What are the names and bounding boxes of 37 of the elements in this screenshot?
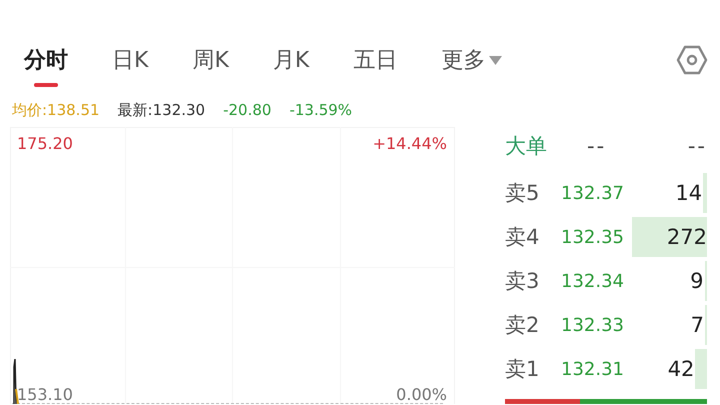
order-price: 132.37 xyxy=(561,182,625,204)
order-volume: 14 xyxy=(675,182,702,204)
order-price: 132.31 xyxy=(561,358,625,380)
tab[interactable]: 分时 xyxy=(24,41,68,87)
average-price: 均价:138.51 xyxy=(12,100,100,120)
order-label: 卖1 xyxy=(505,356,540,383)
order-label: 卖3 xyxy=(505,268,540,295)
tab[interactable]: 日K xyxy=(112,41,148,87)
volume-bar xyxy=(695,349,707,389)
axis-label: +14.44% xyxy=(372,134,447,153)
price-line-drawing xyxy=(12,359,20,404)
order-label: 卖2 xyxy=(505,312,540,339)
order-price: 132.34 xyxy=(561,270,625,292)
placeholder-value: -- xyxy=(586,134,608,158)
tab[interactable]: 五日 xyxy=(353,41,398,87)
price-change: -20.80 xyxy=(223,101,272,119)
order-volume: 7 xyxy=(690,314,704,336)
section-title: 大单 xyxy=(505,133,548,160)
settings-icon[interactable] xyxy=(676,44,708,76)
latest-price: 最新:132.30 xyxy=(118,100,206,120)
order-volume: 9 xyxy=(690,270,704,292)
order-label: 卖5 xyxy=(505,180,540,207)
axis-label: 0.00% xyxy=(396,385,447,404)
order-volume: 42 xyxy=(668,358,694,380)
placeholder-value: -- xyxy=(686,134,707,158)
order-price: 132.35 xyxy=(561,226,625,248)
percent-change: -13.59% xyxy=(289,101,352,119)
axis-label: 153.10 xyxy=(17,385,73,404)
order-price: 132.33 xyxy=(561,314,625,336)
tab[interactable]: 周K xyxy=(192,41,229,87)
volume-bar xyxy=(703,173,707,213)
volume-bar xyxy=(704,261,707,301)
tab[interactable]: 更多 xyxy=(441,41,502,87)
tab[interactable]: 月K xyxy=(272,41,310,87)
axis-label: 175.20 xyxy=(17,134,73,153)
order-volume: 272 xyxy=(666,226,707,248)
order-label: 卖4 xyxy=(505,224,540,251)
